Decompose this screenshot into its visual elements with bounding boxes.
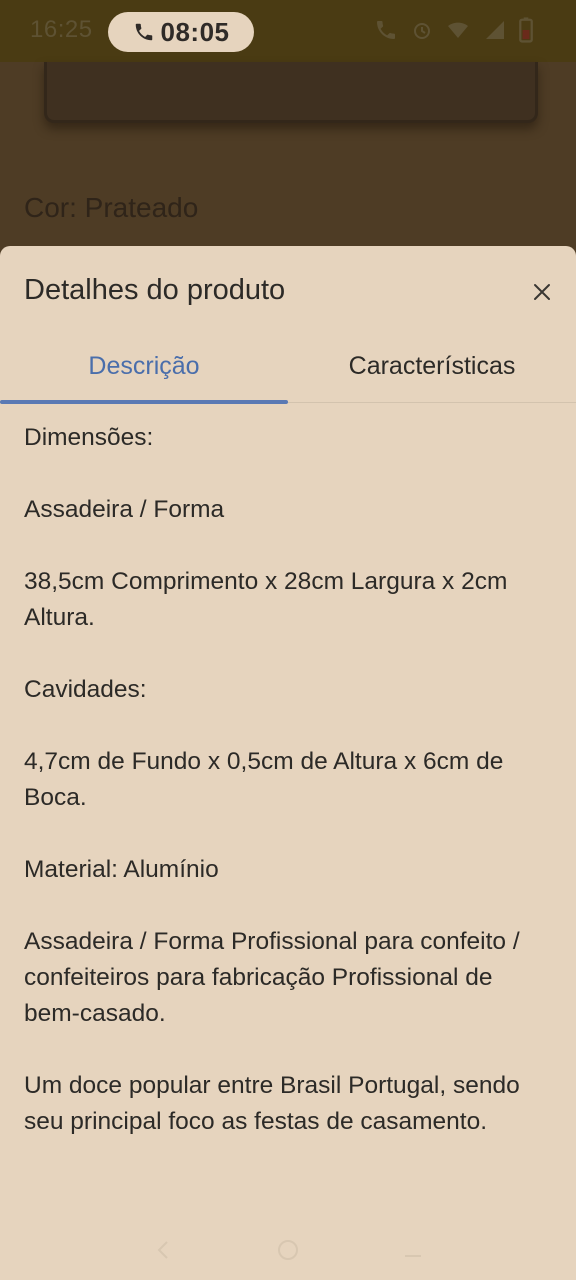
description-paragraph: Um doce popular entre Brasil Portugal, s… (24, 1072, 520, 1135)
product-background: Cor: Prateado (0, 62, 576, 262)
product-image (44, 62, 538, 123)
alarm-icon (410, 16, 434, 44)
sheet-title: Detalhes do produto (24, 274, 286, 306)
home-icon[interactable] (276, 1238, 300, 1262)
navigation-bar (0, 1220, 576, 1280)
wifi-icon (446, 16, 470, 44)
tab-bar: Descrição Características (0, 330, 576, 404)
back-icon[interactable] (151, 1238, 175, 1262)
description-paragraph: 38,5cm Comprimento x 28cm Largura x 2cm … (24, 568, 508, 631)
status-bar: 16:25 08:05 (0, 0, 576, 62)
tab-descricao[interactable]: Descrição (0, 330, 288, 404)
signal-icon (482, 16, 506, 44)
tab-caracteristicas[interactable]: Características (288, 330, 576, 402)
recents-icon[interactable] (401, 1238, 425, 1262)
call-icon (374, 16, 398, 44)
description-paragraph: Assadeira / Forma Profissional para conf… (24, 928, 520, 1027)
ongoing-call-pill[interactable]: 08:05 (108, 12, 254, 52)
call-duration: 08:05 (160, 16, 230, 47)
status-time: 16:25 (30, 16, 93, 43)
description-paragraph: Dimensões: (24, 424, 154, 451)
product-color-label: Cor: Prateado (24, 192, 199, 223)
close-button[interactable] (530, 280, 554, 304)
battery-icon (518, 16, 542, 44)
product-details-sheet: Detalhes do produto Descrição Caracterís… (0, 246, 576, 1280)
phone-icon (133, 21, 155, 43)
description-paragraph: Assadeira / Forma (24, 496, 225, 523)
description-paragraph: Cavidades: (24, 676, 147, 703)
description-content: Dimensões: Assadeira / Forma 38,5cm Comp… (24, 420, 544, 1176)
status-icons (374, 16, 542, 44)
description-paragraph: Material: Alumínio (24, 856, 219, 883)
close-icon (534, 284, 550, 300)
description-paragraph: 4,7cm de Fundo x 0,5cm de Altura x 6cm d… (24, 748, 504, 811)
